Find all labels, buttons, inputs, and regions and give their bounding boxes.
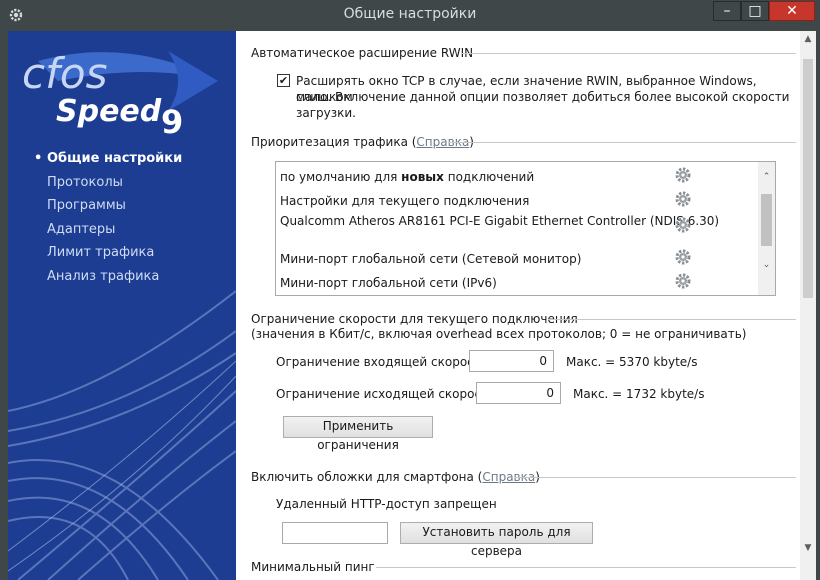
section-divider xyxy=(462,53,796,54)
svg-text:cfos: cfos xyxy=(22,49,107,98)
section-title-speed-limit: Ограничение скорости для текущего подклю… xyxy=(251,312,578,326)
list-scroll-up-arrow-icon[interactable]: ⌃ xyxy=(758,172,775,182)
sidebar-item-general-settings[interactable]: • Общие настройки xyxy=(34,150,182,174)
sidebar-item-programs[interactable]: Программы xyxy=(34,197,182,221)
sidebar-item-label: Анализ трафика xyxy=(47,268,160,284)
main-scroll-thumb[interactable] xyxy=(803,59,813,298)
settings-panel: Автоматическое расширение RWIN ✔ Расширя… xyxy=(236,31,800,580)
client-area: cfos Speed 9 • Общие настройки Протоколы … xyxy=(8,31,816,580)
list-item[interactable]: по умолчанию для новых подключений xyxy=(280,166,750,189)
section-divider xyxy=(376,567,796,568)
sidebar-nav: • Общие настройки Протоколы Программы Ада… xyxy=(34,150,182,292)
maximize-button[interactable]: □ xyxy=(741,1,769,21)
list-scroll-down-arrow-icon[interactable]: ⌄ xyxy=(758,260,775,270)
cfos-speed-logo: cfos Speed 9 xyxy=(22,49,218,141)
list-item-text: подключений xyxy=(443,170,535,184)
gear-icon[interactable] xyxy=(674,166,692,184)
list-item-text: по умолчанию для xyxy=(280,170,402,184)
section-divider xyxy=(449,142,796,143)
section-title-min-ping: Минимальный пинг xyxy=(251,560,375,574)
connection-priority-list[interactable]: по умолчанию для новых подключений Настр… xyxy=(275,161,776,296)
svg-text:Speed: Speed xyxy=(56,94,162,129)
section-title-priority: Приоритезация трафика (Справка) xyxy=(251,135,474,149)
sidebar-item-label: Протоколы xyxy=(47,174,123,190)
list-scroll-thumb[interactable] xyxy=(761,194,772,246)
list-item-text: Настройки для текущего подключения xyxy=(280,194,530,208)
main-scrollbar[interactable]: ▲ ▼ xyxy=(800,31,816,580)
sidebar-item-label: Адаптеры xyxy=(47,221,116,237)
gear-icon[interactable] xyxy=(674,190,692,208)
gear-icon[interactable] xyxy=(674,216,692,234)
scroll-down-arrow-icon[interactable]: ▼ xyxy=(800,543,816,553)
minimize-button[interactable]: – xyxy=(713,1,741,21)
section-divider xyxy=(548,319,796,320)
incoming-max-label: Макс. = 5370 kbyte/s xyxy=(566,355,698,369)
sidebar-item-label: Лимит трафика xyxy=(47,245,155,261)
list-item[interactable]: Мини-порт глобальной сети (IPv6) xyxy=(280,272,750,295)
window-title: Общие настройки xyxy=(343,6,477,22)
set-server-password-button[interactable]: Установить пароль для сервера xyxy=(400,522,593,558)
active-bullet: • xyxy=(34,151,43,166)
list-item[interactable]: Мини-порт глобальной сети (Сетевой монит… xyxy=(280,248,750,271)
section-title-text: Включить обложки для смартфона ( xyxy=(251,470,483,484)
section-title-text: Приоритезация трафика ( xyxy=(251,135,417,149)
section-title-smartphone-skins: Включить обложки для смартфона (Справка) xyxy=(251,470,540,484)
app-window: Общие настройки – □ ✕ cfos Speed 9 • Общ… xyxy=(0,0,820,580)
sidebar-item-label: Общие настройки xyxy=(47,151,183,166)
gear-icon[interactable] xyxy=(674,248,692,266)
sidebar-item-protocols[interactable]: Протоколы xyxy=(34,174,182,198)
sidebar-item-traffic-limit[interactable]: Лимит трафика xyxy=(34,244,182,268)
sidebar-item-adapters[interactable]: Адаптеры xyxy=(34,221,182,245)
list-item[interactable]: Qualcomm Atheros AR8161 PCI-E Gigabit Et… xyxy=(280,213,750,233)
sidebar-item-label: Программы xyxy=(47,198,126,214)
title-bar[interactable]: Общие настройки – □ ✕ xyxy=(0,0,820,30)
outgoing-limit-input[interactable]: 0 xyxy=(476,382,561,404)
close-button[interactable]: ✕ xyxy=(769,1,815,21)
rwin-description-line-2: мало. Включение данной опции позволяет д… xyxy=(296,90,790,104)
list-scrollbar[interactable]: ⌃ ⌄ xyxy=(758,162,775,295)
incoming-limit-label: Ограничение входящей скорости xyxy=(276,355,489,369)
list-item-bold-text: новых xyxy=(401,170,444,184)
speed-limit-note: (значения в Кбит/с, включая overhead все… xyxy=(251,327,747,341)
sidebar: cfos Speed 9 • Общие настройки Протоколы … xyxy=(8,31,236,580)
outgoing-limit-label: Ограничение исходящей скорости xyxy=(276,387,496,401)
rwin-description-line-3: загрузки. xyxy=(296,106,356,120)
sidebar-item-traffic-analysis[interactable]: Анализ трафика xyxy=(34,268,182,292)
svg-text:9: 9 xyxy=(161,103,183,141)
server-password-input[interactable] xyxy=(282,522,388,544)
gear-icon[interactable] xyxy=(674,272,692,290)
section-title-rwin: Автоматическое расширение RWIN xyxy=(251,46,474,60)
section-divider xyxy=(514,477,796,478)
apply-limits-button[interactable]: Применить ограничения xyxy=(283,416,433,452)
list-item-text: Мини-порт глобальной сети (Сетевой монит… xyxy=(280,252,582,266)
list-item[interactable]: Настройки для текущего подключения xyxy=(280,190,750,213)
list-item-text: Мини-порт глобальной сети (IPv6) xyxy=(280,276,497,290)
incoming-limit-input[interactable]: 0 xyxy=(469,350,554,372)
http-access-status: Удаленный HTTP-доступ запрещен xyxy=(276,497,497,511)
rwin-checkbox[interactable]: ✔ xyxy=(277,74,290,87)
outgoing-max-label: Макс. = 1732 kbyte/s xyxy=(573,387,705,401)
list-item-text: Qualcomm Atheros AR8161 PCI-E Gigabit Et… xyxy=(280,214,720,228)
scroll-up-arrow-icon[interactable]: ▲ xyxy=(800,34,816,44)
